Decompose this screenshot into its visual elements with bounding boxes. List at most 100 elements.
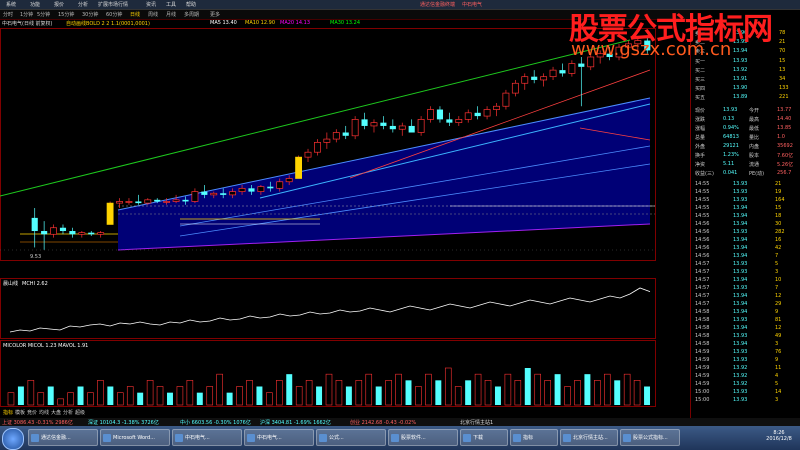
taskbar-button[interactable]: 中石电气... (244, 429, 314, 446)
menu-center-link-2[interactable]: 中石电气 (462, 1, 482, 8)
candle-body[interactable] (389, 125, 396, 130)
candle-body[interactable] (540, 76, 548, 81)
candle-body[interactable] (238, 187, 246, 192)
taskbar-button[interactable]: 股票软件... (388, 429, 458, 446)
candle-body[interactable] (97, 232, 105, 235)
candle-body[interactable] (69, 231, 76, 235)
candle-body[interactable] (144, 199, 152, 204)
candle-body[interactable] (511, 82, 519, 94)
menu-item-extended-market[interactable]: 扩展市场行情 (98, 1, 128, 8)
tab-auction[interactable]: 竞价 (27, 409, 37, 416)
candle-body[interactable] (201, 191, 208, 195)
menu-item-analysis[interactable]: 分析 (78, 1, 88, 8)
candle-body[interactable] (267, 186, 274, 189)
candle-body[interactable] (427, 109, 434, 120)
candle-body[interactable] (380, 122, 387, 126)
taskbar-button[interactable]: 公式... (316, 429, 386, 446)
period-tab-4[interactable]: 30分钟 (82, 11, 98, 18)
menu-item-tools[interactable]: 工具 (166, 1, 176, 8)
period-tab-9[interactable]: 多周期 (184, 11, 199, 18)
menu-item-info[interactable]: 资讯 (146, 1, 156, 8)
kline-chart[interactable]: 9.53 晨山线 MCHI 2.62 MICOLOR MICOL 1.23 MA… (0, 28, 690, 418)
candle-body[interactable] (229, 191, 237, 196)
candle-body[interactable] (50, 227, 57, 235)
period-tab-10[interactable]: 更多 (210, 11, 220, 18)
candle-body[interactable] (417, 119, 425, 133)
candle-body[interactable] (191, 191, 199, 202)
candle-body[interactable] (502, 92, 510, 107)
taskbar-button[interactable]: 通达信金融... (28, 429, 98, 446)
candle-body[interactable] (182, 199, 189, 202)
candle-body[interactable] (285, 178, 293, 183)
period-tab-7[interactable]: 周线 (148, 11, 158, 18)
candle-body[interactable] (41, 231, 48, 235)
candle-body[interactable] (257, 186, 265, 192)
candle-body[interactable] (314, 142, 321, 153)
tab-indicator[interactable]: 指标 (3, 409, 13, 416)
candle-body[interactable] (398, 125, 406, 130)
candle-body[interactable] (408, 125, 415, 133)
menu-item-system[interactable]: 系统 (6, 1, 16, 8)
period-tab-3[interactable]: 15分钟 (58, 11, 74, 18)
candle-body[interactable] (106, 202, 114, 225)
candle-body[interactable] (220, 193, 227, 195)
taskbar-clock[interactable]: 8:26 2016/12/8 (760, 430, 798, 446)
tab-market[interactable]: 大盘 (51, 409, 61, 416)
period-tab-8[interactable]: 月线 (166, 11, 176, 18)
candle-body[interactable] (295, 156, 303, 179)
taskbar-button[interactable]: 下载 (460, 429, 508, 446)
tab-template[interactable]: 模板 (15, 409, 25, 416)
tab-ma[interactable]: 均线 (39, 409, 49, 416)
period-tab-6[interactable]: 日线 (130, 11, 140, 18)
period-tab-0[interactable]: 分时 (3, 11, 13, 18)
menu-item-quote[interactable]: 报价 (54, 1, 64, 8)
taskbar-button[interactable]: Microsoft Word... (100, 429, 170, 446)
candle-body[interactable] (474, 112, 481, 117)
candle-body[interactable] (361, 119, 368, 126)
menu-item-help[interactable]: 帮助 (186, 1, 196, 8)
tab-super[interactable]: 超级 (75, 409, 85, 416)
candle-body[interactable] (342, 132, 349, 136)
order-book-row[interactable]: 买五 13.89 221 (691, 94, 800, 102)
candle-body[interactable] (59, 227, 67, 232)
candle-body[interactable] (31, 217, 38, 232)
candle-body[interactable] (568, 63, 576, 74)
candle-body[interactable] (135, 201, 142, 204)
menu-item-function[interactable]: 功能 (30, 1, 40, 8)
candle-body[interactable] (248, 188, 255, 192)
candle-body[interactable] (531, 76, 538, 80)
taskbar-button[interactable]: 股票公式指标... (620, 429, 680, 446)
period-tab-5[interactable]: 60分钟 (106, 11, 122, 18)
candle-body[interactable] (436, 109, 444, 120)
candle-body[interactable] (163, 201, 171, 203)
candle-body[interactable] (125, 201, 133, 203)
candle-body[interactable] (578, 63, 585, 67)
candle-body[interactable] (483, 109, 491, 117)
order-book-row[interactable]: 买二 13.92 13 (691, 67, 800, 75)
candle-body[interactable] (549, 69, 557, 78)
candle-body[interactable] (351, 119, 359, 137)
candle-body[interactable] (323, 138, 331, 143)
candle-body[interactable] (78, 232, 86, 235)
taskbar-button[interactable]: 中石电气... (172, 429, 242, 446)
taskbar-button[interactable]: 指标 (510, 429, 558, 446)
candle-body[interactable] (446, 119, 453, 123)
candle-body[interactable] (370, 122, 378, 127)
candle-body[interactable] (304, 151, 312, 158)
candle-body[interactable] (521, 76, 529, 84)
candle-body[interactable] (88, 232, 95, 235)
candle-body[interactable] (332, 132, 340, 140)
candle-body[interactable] (493, 105, 500, 110)
candle-body[interactable] (210, 192, 218, 196)
period-tab-1[interactable]: 1分钟 (20, 11, 33, 18)
taskbar-button[interactable]: 北京行情主站... (560, 429, 618, 446)
candle-body[interactable] (464, 112, 472, 120)
candle-body[interactable] (172, 199, 180, 202)
order-book-row[interactable]: 买四 13.90 133 (691, 85, 800, 93)
candle-body[interactable] (276, 181, 284, 189)
menu-center-link-1[interactable]: 通达信金融终端 (420, 1, 455, 8)
candle-body[interactable] (154, 199, 161, 202)
order-book-row[interactable]: 买三 13.91 34 (691, 76, 800, 84)
candle-body[interactable] (559, 70, 566, 74)
period-tab-2[interactable]: 5分钟 (37, 11, 50, 18)
